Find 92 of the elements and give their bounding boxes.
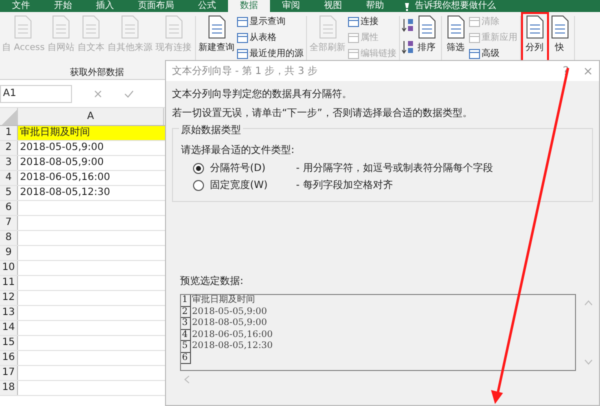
table-icon — [236, 16, 248, 26]
name-box[interactable]: A1 — [0, 84, 72, 102]
preview-row-number: 5 — [181, 341, 191, 352]
document-icon — [12, 15, 34, 39]
option-description: - 用分隔字符，如逗号或制表符分隔每个字段 — [296, 162, 493, 175]
ribbon-tab[interactable]: 公式 — [186, 0, 228, 12]
dialog-title: 文本分列向导 - 第 1 步，共 3 步 — [172, 64, 318, 78]
document-icon — [80, 15, 102, 39]
ribbon-button[interactable]: 筛选 — [444, 14, 468, 64]
ribbon-small-button[interactable]: 显示查询 — [236, 14, 304, 29]
ribbon-tab[interactable]: 插入 — [84, 0, 126, 12]
select-all-corner[interactable] — [0, 108, 18, 125]
preview-text: 审批日期及时间 — [191, 295, 255, 306]
document-icon — [416, 15, 438, 39]
radio-button[interactable] — [193, 162, 204, 174]
row-header[interactable]: 17 — [0, 366, 18, 380]
table-icon — [348, 16, 359, 26]
ribbon-tab[interactable]: 文件 — [0, 0, 42, 12]
check-icon[interactable] — [124, 90, 134, 98]
ribbon-small-button[interactable]: 连接 — [348, 14, 397, 29]
row-header[interactable]: 10 — [0, 261, 18, 275]
row-header[interactable]: 5 — [0, 186, 18, 200]
row-header[interactable]: 11 — [0, 276, 18, 290]
ribbon-small-button[interactable]: 高级 — [468, 46, 518, 61]
ribbon-button[interactable]: 排序 — [414, 14, 439, 64]
document-icon — [548, 15, 571, 39]
table-cell: 审批日期及时间 — [18, 126, 166, 140]
tell-me-field[interactable]: 告诉我你想要做什么 — [402, 0, 496, 12]
group-label: 获取外部数据 — [70, 66, 124, 79]
row-header[interactable]: 8 — [0, 231, 18, 245]
preview-label: 预览选定数据: — [180, 274, 244, 288]
preview-text: 2018-05-05,9:00 — [191, 306, 267, 318]
row-header[interactable]: 15 — [0, 336, 18, 350]
instruction-text: 若一切设置无误，请单击“下一步”，否则请选择最合适的数据类型。 — [172, 106, 474, 120]
row-header[interactable]: 16 — [0, 351, 18, 365]
document-icon — [316, 15, 339, 39]
preview-text: 2018-08-05,12:30 — [191, 341, 273, 352]
table-icon — [236, 32, 248, 42]
ribbon-tab[interactable]: 帮助 — [354, 0, 396, 12]
option-label[interactable]: 固定宽度(W) — [210, 178, 290, 192]
document-icon — [206, 15, 228, 39]
ribbon-small-button[interactable]: 最近使用的源 — [236, 46, 304, 61]
table-icon — [468, 16, 480, 26]
preview-row-number: 2 — [181, 306, 191, 318]
document-icon — [162, 15, 185, 39]
row-header[interactable]: 7 — [0, 216, 18, 230]
ribbon-small-button[interactable]: 从表格 — [236, 30, 304, 45]
row-header[interactable]: 1 — [0, 126, 18, 140]
row-header[interactable]: 4 — [0, 171, 18, 185]
document-icon — [119, 15, 142, 39]
row-header[interactable]: 12 — [0, 291, 18, 305]
table-icon — [468, 48, 480, 58]
document-icon — [524, 15, 546, 39]
preview-row-number: 1 — [181, 295, 191, 306]
ribbon-tab[interactable]: 页面布局 — [126, 0, 186, 12]
radio-button[interactable] — [193, 180, 204, 190]
instruction-text: 文本分列向导判定您的数据具有分隔符。 — [172, 88, 353, 101]
document-icon — [444, 15, 467, 39]
scroll-up-icon[interactable] — [584, 300, 593, 306]
document-icon — [50, 15, 72, 39]
x-icon[interactable] — [94, 90, 102, 98]
table-icon — [236, 48, 248, 58]
preview-text: 2018-06-05,16:00 — [191, 330, 273, 341]
row-header[interactable]: 9 — [0, 246, 18, 260]
column-header[interactable]: A — [18, 108, 164, 125]
row-header[interactable]: 13 — [0, 306, 18, 320]
table-icon — [348, 32, 359, 42]
group-title: 原始数据类型 — [179, 123, 243, 137]
ribbon-tab[interactable]: 开始 — [42, 0, 84, 12]
row-header[interactable]: 3 — [0, 156, 18, 170]
table-icon — [468, 32, 480, 42]
row-header[interactable]: 18 — [0, 381, 18, 395]
ribbon-button[interactable]: 快 — [548, 14, 572, 64]
option-label[interactable]: 分隔符号(D) — [210, 161, 290, 175]
ribbon-tab[interactable]: 视图 — [312, 0, 354, 12]
row-header[interactable]: 14 — [0, 321, 18, 335]
preview-row-number: 6 — [181, 352, 191, 364]
ribbon-tab[interactable]: 数据 — [228, 0, 270, 12]
sort-ascending-icon[interactable] — [402, 17, 414, 33]
ribbon-tab[interactable]: 审阅 — [270, 0, 312, 12]
preview-text: 2018-08-05,9:00 — [191, 318, 267, 330]
prompt-text: 请选择最合适的文件类型: — [181, 144, 296, 157]
scroll-left-icon[interactable] — [184, 375, 190, 384]
ribbon-button[interactable]: 新建查询 — [198, 14, 236, 64]
row-header[interactable]: 6 — [0, 201, 18, 215]
option-description: - 每列字段加空格对齐 — [296, 178, 393, 192]
row-header[interactable]: 2 — [0, 141, 18, 155]
sort-descending-icon[interactable] — [402, 39, 414, 55]
scroll-down-icon[interactable] — [584, 359, 593, 365]
ribbon-button[interactable]: 分列 — [522, 14, 547, 64]
preview-row-number: 3 — [181, 318, 191, 330]
preview-row-number: 4 — [181, 330, 191, 341]
